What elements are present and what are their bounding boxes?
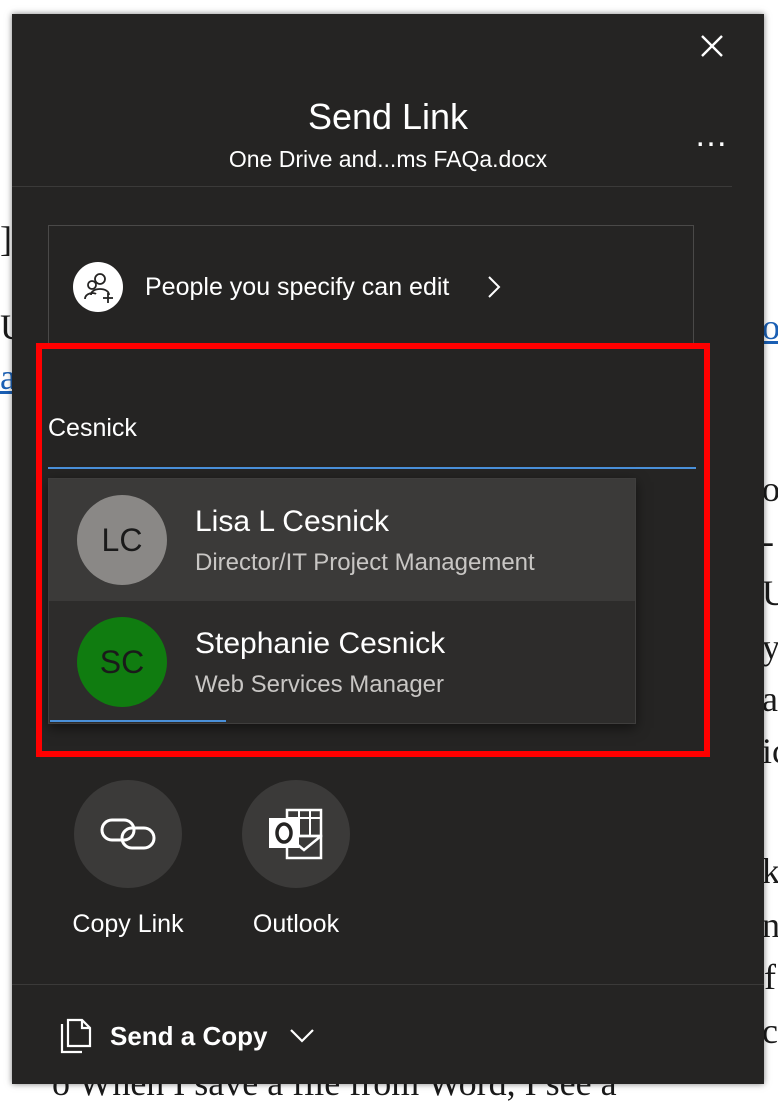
outlook-label: Outlook <box>252 910 340 938</box>
permission-label: People you specify can edit <box>145 272 450 301</box>
copy-link-button[interactable]: Copy Link <box>58 780 198 939</box>
dialog-title: Send Link <box>307 96 469 137</box>
background-text: y <box>762 627 778 667</box>
copy-link-label: Copy Link <box>72 910 184 938</box>
background-text: ] <box>0 219 12 259</box>
close-button[interactable] <box>698 32 726 60</box>
chevron-right-icon <box>488 276 501 298</box>
background-text: ic <box>762 731 778 771</box>
permission-box: People you specify can edit <box>48 225 694 345</box>
chevron-down-icon <box>290 1029 315 1043</box>
footer-divider <box>12 984 764 985</box>
background-text: f <box>764 957 776 997</box>
background-text: ne <box>762 905 778 945</box>
outlook-button[interactable]: Outlook <box>226 780 366 939</box>
close-icon <box>701 35 723 57</box>
background-text: or <box>762 469 778 509</box>
permission-settings-button[interactable]: People you specify can edit <box>73 262 503 312</box>
background-text: a <box>762 679 778 719</box>
more-options-button[interactable]: … <box>694 116 730 155</box>
file-name: One Drive and...ms FAQa.docx <box>228 146 548 172</box>
header-divider <box>12 186 732 187</box>
link-icon <box>100 818 156 850</box>
background-link: o <box>762 307 778 347</box>
outlook-icon <box>269 808 323 860</box>
app-circle <box>242 780 350 888</box>
app-circle <box>74 780 182 888</box>
background-text: c <box>762 1011 778 1051</box>
people-add-icon <box>73 262 123 312</box>
highlight-box <box>36 343 710 757</box>
background-text: k <box>762 851 778 891</box>
background-text: U <box>762 573 778 613</box>
copy-icon <box>60 1018 92 1054</box>
send-a-copy-button[interactable]: Send a Copy <box>58 1018 315 1054</box>
send-a-copy-label: Send a Copy <box>110 1020 268 1051</box>
